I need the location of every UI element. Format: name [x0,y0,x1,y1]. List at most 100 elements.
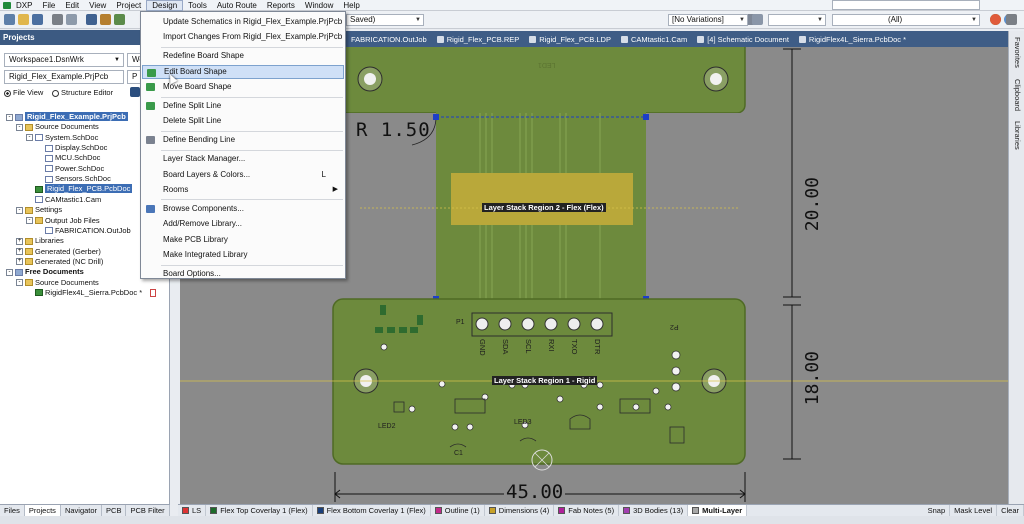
document-tab[interactable]: [4] Schematic Document [692,35,794,44]
panel-tab-files[interactable]: Files [0,505,25,516]
collapse-icon[interactable]: - [16,279,23,287]
tree-document[interactable]: RigidFlex4L_Sierra.PcbDoc * [26,288,157,298]
layer-tab[interactable]: Outline (1) [431,505,485,516]
collapse-icon[interactable]: - [6,113,13,121]
libraries-tab[interactable]: Libraries [1013,121,1022,150]
menu-file[interactable]: File [37,0,60,11]
menu-item-board-options[interactable]: Board Options... [142,267,344,281]
menu-tools[interactable]: Tools [183,0,212,11]
tree-project[interactable]: - Free Documents [6,267,84,277]
layer-tab[interactable]: 3D Bodies (13) [619,505,689,516]
collapse-icon[interactable]: - [16,123,23,131]
menu-edit[interactable]: Edit [60,0,84,11]
collapse-icon[interactable]: - [26,217,33,225]
panel-tab-projects[interactable]: Projects [24,505,61,516]
collapse-icon[interactable]: - [16,206,23,214]
document-tab[interactable]: CAMtastic1.Cam [616,35,692,44]
menu-item-delete-split-line[interactable]: Delete Split Line [142,114,344,128]
layer-tab[interactable]: Dimensions (4) [485,505,555,516]
panel-options-icon[interactable] [130,87,140,97]
filter-combo[interactable]: ▼ [768,14,826,26]
cube-icon[interactable] [86,14,97,25]
menu-item-import-changes-from-rigid-flex-example-prjpcb[interactable]: Import Changes From Rigid_Flex_Example.P… [142,30,344,44]
tree-folder[interactable]: + Libraries [16,236,64,246]
print-icon[interactable] [52,14,63,25]
panel-tab-pcb-filter[interactable]: PCB Filter [126,505,170,516]
layer-set-button[interactable]: LS [178,505,207,516]
tree-project[interactable]: - Rigid_Flex_Example.PrjPcb [6,112,128,122]
menu-item-make-integrated-library[interactable]: Make Integrated Library [142,248,344,262]
variations-combo[interactable]: [No Variations] ▼ [668,14,748,26]
tree-folder[interactable]: - Source Documents [16,278,99,288]
menu-item-board-layers-colors[interactable]: Board Layers & Colors... L [142,168,344,182]
menu-project[interactable]: Project [111,0,146,11]
menu-reports[interactable]: Reports [262,0,300,11]
menu-item-icon [146,102,155,110]
clipboard-tab[interactable]: Clipboard [1013,79,1022,111]
save-icon[interactable] [32,14,43,25]
tree-document[interactable]: Rigid_Flex_PCB.PcbDoc [26,184,133,194]
tree-document[interactable]: Power.SchDoc [36,164,104,174]
layer-tab[interactable]: Flex Bottom Coverlay 1 (Flex) [313,505,431,516]
doc-icon [45,227,53,235]
document-tab[interactable]: Rigid_Flex_PCB.REP [432,35,525,44]
favorites-tab[interactable]: Favorites [1013,37,1022,68]
snap-button[interactable]: Snap [924,505,951,516]
structure-editor-radio[interactable]: Structure Editor [52,88,113,97]
menu-item-make-pcb-library[interactable]: Make PCB Library [142,233,344,247]
menu-item-define-bending-line[interactable]: Define Bending Line [142,133,344,147]
document-tab[interactable]: Rigid_Flex_PCB.LDP [524,35,616,44]
options-icon[interactable] [1006,14,1017,25]
project-field[interactable]: Rigid_Flex_Example.PrjPcb [4,70,124,84]
expand-icon[interactable]: + [16,237,23,245]
menu-item-define-split-line[interactable]: Define Split Line [142,99,344,113]
clear-filter-icon[interactable] [990,14,1001,25]
menu-window[interactable]: Window [300,0,338,11]
menu-item-add-remove-library[interactable]: Add/Remove Library... [142,217,344,231]
tree-document[interactable]: Display.SchDoc [36,143,107,153]
search-combo[interactable] [832,0,980,10]
open-folder-icon[interactable] [18,14,29,25]
layer-tab[interactable]: Fab Notes (5) [554,505,620,516]
layer-tab[interactable]: Flex Top Coverlay 1 (Flex) [206,505,313,516]
tree-folder[interactable]: - Settings [16,205,62,215]
tree-document[interactable]: MCU.SchDoc [36,153,100,163]
tree-folder[interactable]: + Generated (Gerber) [16,247,101,257]
tree-document[interactable]: CAMtastic1.Cam [26,195,101,205]
mask-level-button[interactable]: Mask Level [950,505,998,516]
tree-folder[interactable]: - Source Documents [16,122,99,132]
menu-item-redefine-board-shape[interactable]: Redefine Board Shape [142,49,344,63]
tree-folder[interactable]: - Output Job Files [26,216,100,226]
fit-icon[interactable] [114,14,125,25]
expand-icon[interactable]: + [16,258,23,266]
panel-tab-pcb[interactable]: PCB [102,505,127,516]
menu-item-layer-stack-manager[interactable]: Layer Stack Manager... [142,152,344,166]
zoom-icon[interactable] [100,14,111,25]
collapse-icon[interactable]: - [26,134,33,142]
document-tab[interactable]: RigidFlex4L_Sierra.PcbDoc * [794,35,911,44]
variant-icon[interactable] [752,14,763,25]
saved-combo[interactable]: Saved) ▼ [346,14,424,26]
preview-icon[interactable] [66,14,77,25]
collapse-icon[interactable]: - [6,268,13,276]
tree-folder[interactable]: + Generated (NC Drill) [16,257,103,267]
menu-help[interactable]: Help [338,0,364,11]
document-tab[interactable]: FABRICATION.OutJob [346,35,432,44]
menu-auto-route[interactable]: Auto Route [212,0,262,11]
tree-document[interactable]: FABRICATION.OutJob [36,226,131,236]
menu-item-rooms[interactable]: Rooms ▶ [142,183,344,197]
menu-item-update-schematics-in-rigid-flex-example-prjpcb[interactable]: Update Schematics in Rigid_Flex_Example.… [142,15,344,29]
menu-item-browse-components[interactable]: Browse Components... [142,202,344,216]
menu-design[interactable]: Design [146,0,184,11]
clear-button[interactable]: Clear [997,505,1024,516]
all-combo[interactable]: (All) ▼ [832,14,980,26]
workspace-combo[interactable]: Workspace1.DsnWrk ▼ [4,53,124,67]
file-view-radio[interactable]: File View [4,88,43,97]
new-document-icon[interactable] [4,14,15,25]
tree-document[interactable]: Sensors.SchDoc [36,174,111,184]
menu-view[interactable]: View [84,0,111,11]
expand-icon[interactable]: + [16,248,23,256]
panel-tab-navigator[interactable]: Navigator [61,505,103,516]
tree-document[interactable]: - System.SchDoc [26,133,98,143]
layer-tab[interactable]: Multi-Layer [688,505,748,516]
